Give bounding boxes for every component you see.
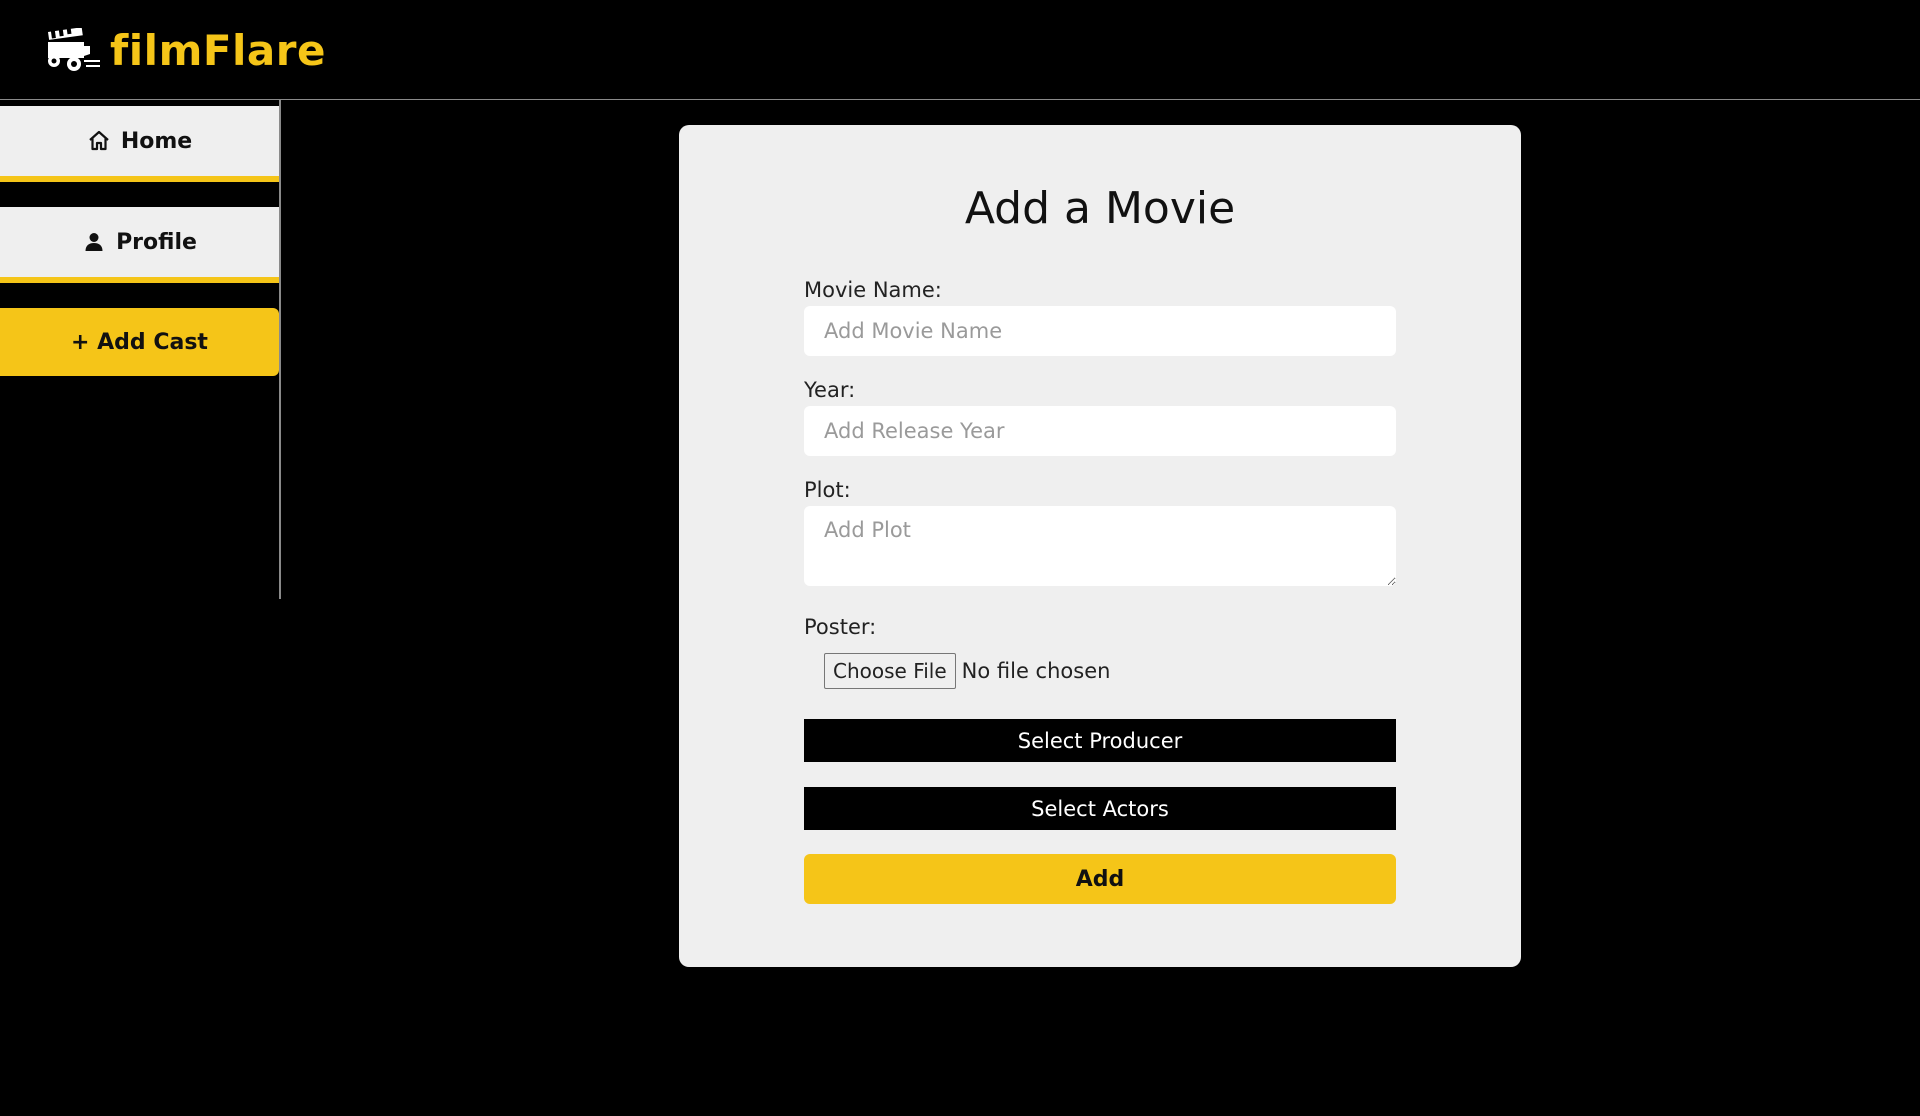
select-producer-button[interactable]: Select Producer bbox=[804, 719, 1396, 762]
sidebar-item-label: Home bbox=[120, 128, 193, 154]
home-icon bbox=[89, 130, 109, 151]
movie-cart-icon bbox=[47, 27, 100, 71]
user-icon bbox=[85, 233, 103, 251]
form-title: Add a Movie bbox=[964, 183, 1236, 234]
choose-file-button[interactable]: Choose File bbox=[824, 653, 956, 689]
sidebar-item-profile[interactable]: Profile bbox=[0, 207, 279, 283]
sidebar: Home Profile + Add Cast bbox=[0, 100, 281, 599]
add-movie-form: Add a Movie Movie Name: Year: Plot: Post… bbox=[679, 125, 1521, 967]
add-button[interactable]: Add bbox=[804, 854, 1396, 904]
sidebar-item-label: + Add Cast bbox=[71, 329, 208, 355]
movie-name-label: Movie Name: bbox=[804, 278, 942, 302]
plot-label: Plot: bbox=[804, 478, 851, 502]
year-input[interactable] bbox=[804, 406, 1396, 456]
brand-name: filmFlare bbox=[110, 26, 326, 75]
plot-textarea[interactable] bbox=[804, 506, 1396, 586]
sidebar-item-home[interactable]: Home bbox=[0, 106, 279, 182]
brand-logo[interactable]: filmFlare bbox=[40, 26, 326, 75]
sidebar-item-add-cast[interactable]: + Add Cast bbox=[0, 308, 279, 376]
top-header: filmFlare bbox=[0, 0, 1920, 100]
poster-label: Poster: bbox=[804, 615, 877, 639]
movie-name-input[interactable] bbox=[804, 306, 1396, 356]
poster-file-input: Choose File No file chosen bbox=[824, 653, 1110, 689]
sidebar-item-label: Profile bbox=[116, 229, 197, 255]
year-label: Year: bbox=[804, 378, 856, 402]
file-status: No file chosen bbox=[961, 659, 1111, 683]
select-actors-button[interactable]: Select Actors bbox=[804, 787, 1396, 830]
